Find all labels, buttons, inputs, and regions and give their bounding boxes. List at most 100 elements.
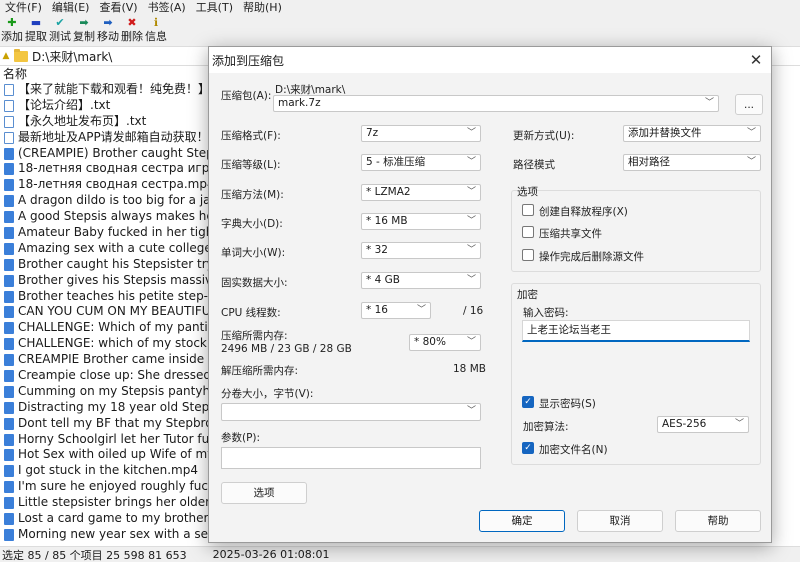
toolbar-label: 信息 — [145, 30, 167, 43]
threads-select[interactable]: * 16 ﹀ — [361, 302, 431, 319]
toolbar-label: 复制 — [73, 30, 95, 43]
video-file-icon — [4, 211, 14, 224]
toolbar-button-0[interactable]: ✚ 添加 — [0, 16, 24, 46]
archive-name-value: mark.7z — [278, 97, 321, 109]
video-file-icon — [4, 401, 14, 414]
params-input[interactable] — [221, 447, 481, 469]
dict-value: * 16 MB — [366, 215, 408, 227]
browse-button[interactable]: ... — [735, 94, 763, 115]
toolbar-label: 添加 — [1, 30, 23, 43]
pathmode-select[interactable]: 相对路径 ﹀ — [623, 154, 761, 171]
video-file-icon — [4, 306, 14, 319]
word-select[interactable]: * 32 ﹀ — [361, 242, 481, 259]
threads-value: * 16 — [366, 304, 388, 316]
level-select[interactable]: 5 - 标准压缩 ﹀ — [361, 154, 481, 171]
threads-label: CPU 线程数: — [221, 307, 281, 319]
show-password-checkbox[interactable]: ✓ — [522, 396, 534, 408]
toolbar-label: 测试 — [49, 30, 71, 43]
solid-label: 固实数据大小: — [221, 277, 288, 289]
encrypt-names-label: 加密文件名(N) — [539, 444, 608, 456]
word-value: * 32 — [366, 244, 388, 256]
file-name: 【来了就能下载和观看！纯免费！】.txt — [18, 82, 231, 96]
dict-label: 字典大小(D): — [221, 218, 283, 230]
video-file-icon — [4, 274, 14, 287]
format-select[interactable]: 7z ﹀ — [361, 125, 481, 142]
video-file-icon — [4, 354, 14, 367]
mem-compress-value: 2496 MB / 23 GB / 28 GB — [221, 343, 352, 355]
plus-icon: ✚ — [7, 16, 17, 29]
file-name: 最新地址及APP请发邮箱自动获取！！！ — [18, 129, 233, 144]
video-file-icon — [4, 465, 14, 478]
enc-method-label: 加密算法: — [523, 421, 569, 433]
archive-name-combo[interactable]: mark.7z ﹀ — [273, 95, 719, 112]
close-icon[interactable]: ✕ — [741, 51, 771, 69]
update-select[interactable]: 添加并替换文件 ﹀ — [623, 125, 761, 142]
video-file-icon — [4, 338, 14, 351]
video-file-icon — [4, 258, 14, 271]
options-button[interactable]: 选项 — [221, 482, 307, 504]
chevron-down-icon: ﹀ — [466, 337, 476, 347]
video-file-icon — [4, 449, 14, 462]
enc-method-select[interactable]: AES-256 ﹀ — [657, 416, 749, 433]
video-file-icon — [4, 369, 14, 382]
dict-select[interactable]: * 16 MB ﹀ — [361, 213, 481, 230]
file-name: 18-летняя сводная сестра.mp4 — [18, 177, 215, 192]
menu-item-5[interactable]: 帮助(H) — [238, 0, 287, 16]
archive-label: 压缩包(A): — [221, 90, 272, 102]
chevron-down-icon: ﹀ — [466, 157, 476, 167]
copy-arrow-icon: ➡ — [79, 16, 89, 29]
enc-method-value: AES-256 — [662, 418, 707, 430]
video-file-icon — [4, 322, 14, 335]
address-path[interactable]: D:\来财\mark\ — [32, 48, 112, 65]
ok-button[interactable]: 确定 — [479, 510, 565, 532]
chevron-down-icon: ﹀ — [746, 128, 756, 138]
password-label: 输入密码: — [523, 307, 569, 319]
chevron-down-icon: ﹀ — [466, 187, 476, 197]
toolbar-label: 删除 — [121, 30, 143, 43]
solid-select[interactable]: * 4 GB ﹀ — [361, 272, 481, 289]
cancel-button[interactable]: 取消 — [577, 510, 663, 532]
file-name: Hot Sex with oiled up Wife of my Bes — [18, 447, 240, 462]
method-value: * LZMA2 — [366, 186, 411, 198]
split-combo[interactable]: ﹀ — [221, 403, 481, 421]
encrypt-names-checkbox[interactable]: ✓ — [522, 442, 534, 454]
method-select[interactable]: * LZMA2 ﹀ — [361, 184, 481, 201]
menu-item-1[interactable]: 编辑(E) — [47, 0, 95, 16]
video-file-icon — [4, 481, 14, 494]
file-name: Dont tell my BF that my Stepbrother — [18, 415, 238, 430]
toolbar-label: 移动 — [97, 30, 119, 43]
toolbar-button-6[interactable]: ℹ 信息 — [144, 16, 168, 46]
file-name: 【永久地址发布页】.txt — [18, 113, 147, 128]
toolbar-button-2[interactable]: ✔ 测试 — [48, 16, 72, 46]
threads-max: / 16 — [463, 305, 484, 317]
file-name: CAN YOU CUM ON MY BEAUTIFUL A — [18, 304, 230, 319]
mem-compress-label: 压缩所需内存: — [221, 330, 288, 342]
file-name: CHALLENGE: Which of my panties w — [18, 320, 235, 335]
toolbar-button-1[interactable]: ▬ 提取 — [24, 16, 48, 46]
update-value: 添加并替换文件 — [628, 127, 702, 139]
params-label: 参数(P): — [221, 432, 261, 444]
video-file-icon — [4, 385, 14, 398]
menu-item-0[interactable]: 文件(F) — [0, 0, 47, 16]
shared-checkbox[interactable] — [522, 226, 534, 238]
status-datetime: 2025-03-26 01:08:01 — [212, 548, 330, 561]
toolbar-button-3[interactable]: ➡ 复制 — [72, 16, 96, 46]
menu-item-2[interactable]: 查看(V) — [94, 0, 142, 16]
split-label: 分卷大小，字节(V): — [221, 388, 314, 400]
file-name: I'm sure he enjoyed roughly fucking — [18, 479, 234, 494]
info-icon: ℹ — [153, 16, 159, 29]
toolbar-button-5[interactable]: ✖ 删除 — [120, 16, 144, 46]
menu-bar: 文件(F) 编辑(E) 查看(V) 书签(A) 工具(T) 帮助(H) — [0, 0, 800, 16]
up-folder-icon[interactable]: ▲ — [0, 51, 12, 61]
delete-icon: ✖ — [127, 16, 137, 29]
menu-item-3[interactable]: 书签(A) — [143, 0, 191, 16]
toolbar-button-4[interactable]: ➡ 移动 — [96, 16, 120, 46]
file-name: I got stuck in the kitchen.mp4 — [18, 463, 198, 478]
help-button[interactable]: 帮助 — [675, 510, 761, 532]
password-input[interactable]: 上老王论坛当老王 — [522, 320, 750, 342]
delete-source-checkbox[interactable] — [522, 249, 534, 261]
chevron-down-icon: ﹀ — [466, 128, 476, 138]
menu-item-4[interactable]: 工具(T) — [191, 0, 238, 16]
mem-percent-select[interactable]: * 80% ﹀ — [409, 334, 481, 351]
sfx-checkbox[interactable] — [522, 204, 534, 216]
